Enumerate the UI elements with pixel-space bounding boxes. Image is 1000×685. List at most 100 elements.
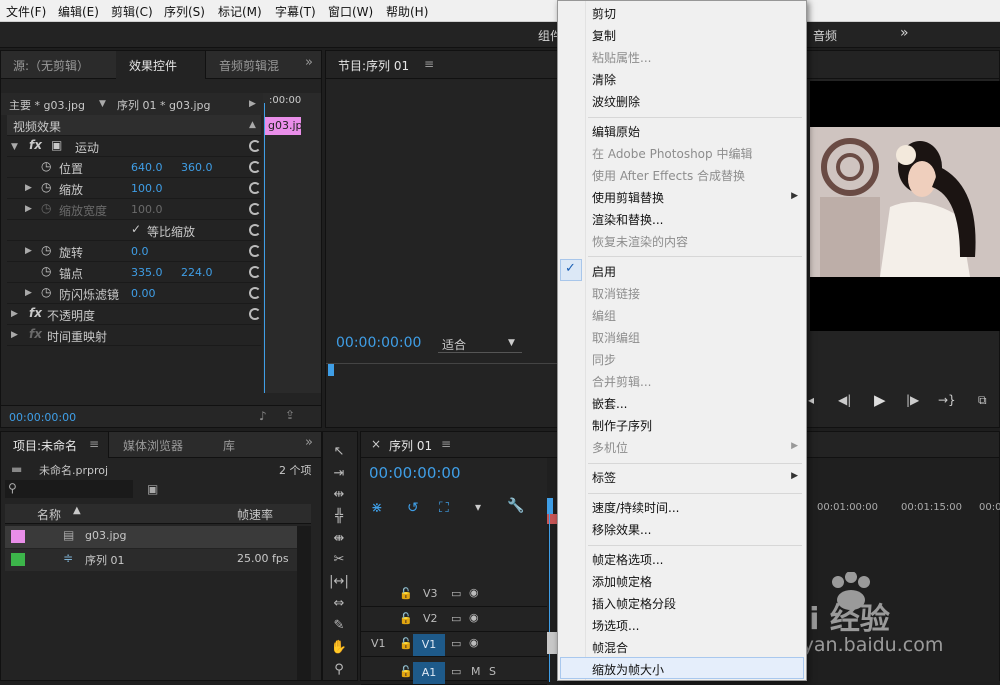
effect-mini-timeline[interactable]: :00:00 g03.jp [263, 93, 321, 393]
program-scrub-bar[interactable] [326, 363, 558, 377]
menu-item-cut[interactable]: 剪切 [592, 5, 616, 22]
menu-item-scale-to-frame-size[interactable]: 缩放为帧大小 [592, 661, 664, 678]
rotation-row[interactable]: ▶ ◷ 旋转 0.0 [7, 241, 261, 262]
menu-item-group[interactable]: 编组 [592, 307, 616, 324]
menu-item-ripple-delete[interactable]: 波纹删除 [592, 93, 640, 110]
tab-library[interactable]: 库 [223, 437, 235, 454]
menu-sequence[interactable]: 序列(S) [164, 3, 205, 20]
menu-item-field-options[interactable]: 场选项... [592, 617, 639, 634]
timeline-playhead[interactable] [547, 498, 553, 514]
menu-item-render-replace[interactable]: 渲染和替换... [592, 211, 663, 228]
stopwatch-icon[interactable]: ◷ [41, 159, 51, 173]
reset-icon[interactable] [249, 308, 261, 320]
menu-item-replace-with-clip[interactable]: 使用剪辑替换 [592, 189, 664, 206]
label-color-swatch[interactable] [11, 530, 25, 543]
position-x-value[interactable]: 640.0 [131, 161, 163, 174]
project-scrollbar[interactable] [297, 526, 311, 680]
workspace-more-icon[interactable]: » [900, 25, 909, 41]
menu-clip[interactable]: 剪辑(C) [111, 3, 153, 20]
project-search-input[interactable]: ⚲ [5, 480, 133, 498]
tab-project[interactable]: 项目:未命名 [13, 437, 77, 454]
tab-audio-clip-mixer[interactable]: 音频剪辑混 [219, 57, 279, 74]
track-select-tool-icon[interactable]: ⇥ [328, 466, 350, 486]
uniform-scale-row[interactable]: ✓ 等比缩放 [7, 220, 261, 241]
position-y-value[interactable]: 360.0 [181, 161, 213, 174]
frame-back-icon[interactable]: ◀| [838, 393, 851, 407]
eye-icon[interactable]: ◉ [469, 636, 479, 649]
selection-tool-icon[interactable]: ↖ [328, 444, 350, 464]
program-timecode[interactable]: 00:00:00:00 [336, 335, 421, 351]
expand-triangle-icon[interactable]: ▶ [11, 309, 18, 319]
play-triangle-icon[interactable]: ▶ [249, 99, 256, 109]
anchor-x-value[interactable]: 335.0 [131, 266, 163, 279]
lock-icon[interactable]: 🔓 [399, 587, 413, 600]
scale-row[interactable]: ▶ ◷ 缩放 100.0 [7, 178, 261, 199]
menu-item-copy[interactable]: 复制 [592, 27, 616, 44]
menu-edit[interactable]: 编辑(E) [58, 3, 99, 20]
eye-icon[interactable]: ◉ [469, 586, 479, 599]
menu-item-synchronize[interactable]: 同步 [592, 351, 616, 368]
sequence-clip-label[interactable]: 序列 01 * g03.jpg [117, 97, 210, 113]
column-name-header[interactable]: 名称 [37, 506, 61, 523]
mini-clip-block[interactable]: g03.jp [264, 117, 303, 135]
source-track-label[interactable]: V1 [371, 637, 386, 650]
timeline-title[interactable]: 序列 01 [389, 437, 432, 454]
column-fps-header[interactable]: 帧速率 [237, 506, 273, 523]
menu-item-clear[interactable]: 清除 [592, 71, 616, 88]
linked-selection-icon[interactable]: ↺ [407, 500, 419, 516]
reset-icon[interactable] [249, 245, 261, 257]
menu-item-enable[interactable]: 启用 [592, 263, 616, 280]
panel-menu-icon[interactable]: ≡ [89, 437, 99, 451]
list-item[interactable]: ▤ g03.jpg [5, 526, 311, 548]
menu-item-speed-duration[interactable]: 速度/持续时间... [592, 499, 680, 516]
timeline-timecode[interactable]: 00:00:00:00 [369, 464, 461, 482]
lock-icon[interactable]: 🔓 [399, 637, 413, 650]
new-bin-icon[interactable]: ▣ [147, 482, 158, 496]
checkbox-checked-icon[interactable]: ✓ [131, 222, 141, 236]
anchor-y-value[interactable]: 224.0 [181, 266, 213, 279]
motion-transform-icon[interactable]: ▣ [51, 138, 62, 152]
menu-item-merge-clips[interactable]: 合并剪辑... [592, 373, 651, 390]
reset-icon[interactable] [249, 203, 261, 215]
sync-lock-icon[interactable]: ▭ [451, 665, 461, 678]
export-frame-icon[interactable]: ⧉ [978, 393, 987, 408]
program-playhead[interactable] [328, 364, 334, 376]
hand-tool-icon[interactable]: ✋ [328, 640, 350, 660]
expand-triangle-icon[interactable]: ▼ [11, 142, 18, 152]
chevron-down-icon[interactable]: ▼ [508, 338, 515, 348]
menu-item-edit-original[interactable]: 编辑原始 [592, 123, 640, 140]
antiflicker-row[interactable]: ▶ ◷ 防闪烁滤镜 0.00 [7, 283, 261, 304]
stopwatch-icon[interactable]: ◷ [41, 264, 51, 278]
menu-item-insert-frame-hold[interactable]: 插入帧定格分段 [592, 595, 676, 612]
reset-icon[interactable] [249, 140, 261, 152]
chevron-down-icon[interactable]: ▼ [99, 99, 106, 109]
menu-marker[interactable]: 标记(M) [218, 3, 262, 20]
menu-item-add-frame-hold[interactable]: 添加帧定格 [592, 573, 652, 590]
razor-tool-icon[interactable]: ✂ [328, 552, 350, 572]
sort-ascending-icon[interactable]: ▲ [73, 505, 81, 516]
panel-more-icon[interactable]: » [305, 435, 313, 450]
frame-forward-icon[interactable]: |▶ [906, 393, 919, 407]
slip-tool-icon[interactable]: |↔| [328, 574, 350, 594]
zoom-tool-icon[interactable]: ⚲ [328, 662, 350, 682]
marker-icon[interactable]: ▾ [475, 500, 481, 514]
rate-stretch-tool-icon[interactable]: ⇼ [328, 531, 350, 551]
play-audio-icon[interactable]: ♪ [259, 409, 267, 423]
expand-triangle-icon[interactable]: ▶ [25, 183, 32, 193]
tab-effect-controls[interactable]: 效果控件 [129, 57, 177, 74]
eye-icon[interactable]: ◉ [469, 611, 479, 624]
step-back-icon[interactable]: ◂ [808, 393, 814, 407]
footer-timecode[interactable]: 00:00:00:00 [9, 411, 76, 424]
menu-file[interactable]: 文件(F) [6, 3, 46, 20]
fit-dropdown[interactable]: 适合 ▼ [438, 333, 522, 353]
scale-value[interactable]: 100.0 [131, 182, 163, 195]
track-label[interactable]: V3 [423, 587, 438, 600]
menu-item-frame-blend[interactable]: 帧混合 [592, 639, 628, 656]
menu-item-nest[interactable]: 嵌套... [592, 395, 627, 412]
antiflicker-value[interactable]: 0.00 [131, 287, 156, 300]
menu-help[interactable]: 帮助(H) [386, 3, 428, 20]
menu-item-restore-unrendered[interactable]: 恢复未渲染的内容 [592, 233, 688, 250]
program-title[interactable]: 节目:序列 01 [338, 57, 409, 74]
reset-icon[interactable] [249, 224, 261, 236]
expand-triangle-icon[interactable]: ▶ [11, 330, 18, 340]
